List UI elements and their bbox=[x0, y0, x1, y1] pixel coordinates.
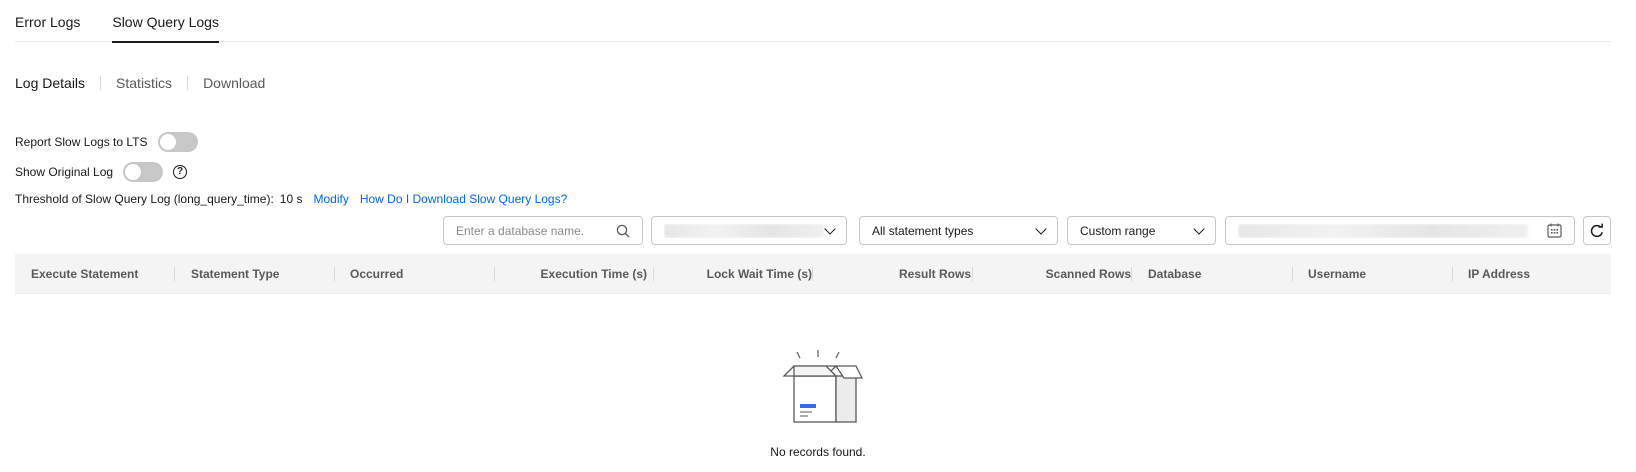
chevron-down-icon bbox=[1193, 222, 1205, 235]
col-scanned-rows: Scanned Rows bbox=[1045, 267, 1131, 281]
table-header: Execute Statement Statement Type Occurre… bbox=[15, 254, 1611, 294]
show-original-label: Show Original Log bbox=[15, 165, 114, 179]
report-lts-toggle[interactable] bbox=[157, 132, 198, 152]
calendar-icon bbox=[1547, 223, 1562, 238]
refresh-icon bbox=[1590, 223, 1603, 237]
chevron-down-icon bbox=[824, 222, 836, 235]
show-original-row: Show Original Log ? bbox=[15, 162, 188, 182]
subtab-log-details[interactable]: Log Details bbox=[15, 73, 85, 93]
search-icon[interactable] bbox=[616, 224, 630, 238]
column-divider bbox=[1292, 267, 1293, 281]
divider bbox=[187, 76, 189, 90]
subtab-statistics[interactable]: Statistics bbox=[116, 73, 172, 93]
column-divider bbox=[174, 267, 175, 281]
instance-select-value bbox=[664, 223, 826, 238]
col-execution-time: Execution Time (s) bbox=[540, 267, 647, 281]
col-occurred: Occurred bbox=[350, 267, 404, 281]
column-divider bbox=[972, 267, 973, 281]
sub-tabs: Log Details Statistics Download bbox=[15, 73, 265, 93]
threshold-row: Threshold of Slow Query Log (long_query_… bbox=[15, 192, 567, 206]
empty-state bbox=[0, 348, 1636, 433]
col-execute-statement: Execute Statement bbox=[31, 267, 139, 281]
col-lock-wait-time: Lock Wait Time (s) bbox=[706, 267, 812, 281]
report-lts-label: Report Slow Logs to LTS bbox=[15, 135, 148, 149]
time-range-value: Custom range bbox=[1080, 223, 1156, 238]
column-divider bbox=[1131, 267, 1132, 281]
col-statement-type: Statement Type bbox=[191, 267, 280, 281]
toggle-knob bbox=[159, 134, 176, 150]
modify-link[interactable]: Modify bbox=[313, 192, 348, 206]
top-tabs: Error Logs Slow Query Logs bbox=[15, 0, 1611, 43]
chevron-down-icon bbox=[1035, 222, 1047, 235]
column-divider bbox=[1452, 267, 1453, 281]
statement-type-select[interactable]: All statement types bbox=[859, 216, 1058, 245]
question-circle-icon[interactable]: ? bbox=[173, 165, 188, 179]
refresh-button[interactable] bbox=[1583, 216, 1611, 245]
divider bbox=[100, 76, 102, 90]
date-range-picker[interactable] bbox=[1225, 216, 1575, 245]
statement-type-value: All statement types bbox=[872, 223, 974, 238]
subtab-download[interactable]: Download bbox=[203, 73, 265, 93]
download-help-link[interactable]: How Do I Download Slow Query Logs? bbox=[360, 192, 567, 206]
tab-error-logs[interactable]: Error Logs bbox=[15, 0, 80, 42]
column-divider bbox=[334, 267, 335, 281]
instance-select[interactable] bbox=[651, 216, 847, 245]
threshold-value: 10 s bbox=[279, 192, 303, 206]
database-search-input[interactable] bbox=[456, 223, 616, 238]
show-original-toggle[interactable] bbox=[123, 162, 164, 182]
col-ip-address: IP Address bbox=[1468, 267, 1531, 281]
database-search[interactable] bbox=[443, 216, 643, 245]
empty-box-icon bbox=[782, 350, 864, 423]
column-divider bbox=[653, 267, 654, 281]
column-divider bbox=[494, 267, 495, 281]
report-lts-row: Report Slow Logs to LTS bbox=[15, 132, 198, 152]
date-range-value bbox=[1238, 223, 1547, 238]
col-result-rows: Result Rows bbox=[898, 267, 971, 281]
time-range-select[interactable]: Custom range bbox=[1067, 216, 1216, 245]
col-username: Username bbox=[1308, 267, 1367, 281]
toggle-knob bbox=[125, 164, 142, 180]
column-divider bbox=[812, 267, 813, 281]
col-database: Database bbox=[1148, 267, 1202, 281]
tab-slow-query-logs[interactable]: Slow Query Logs bbox=[112, 0, 219, 43]
threshold-label: Threshold of Slow Query Log (long_query_… bbox=[15, 192, 274, 206]
empty-state-message: No records found. bbox=[770, 445, 866, 459]
